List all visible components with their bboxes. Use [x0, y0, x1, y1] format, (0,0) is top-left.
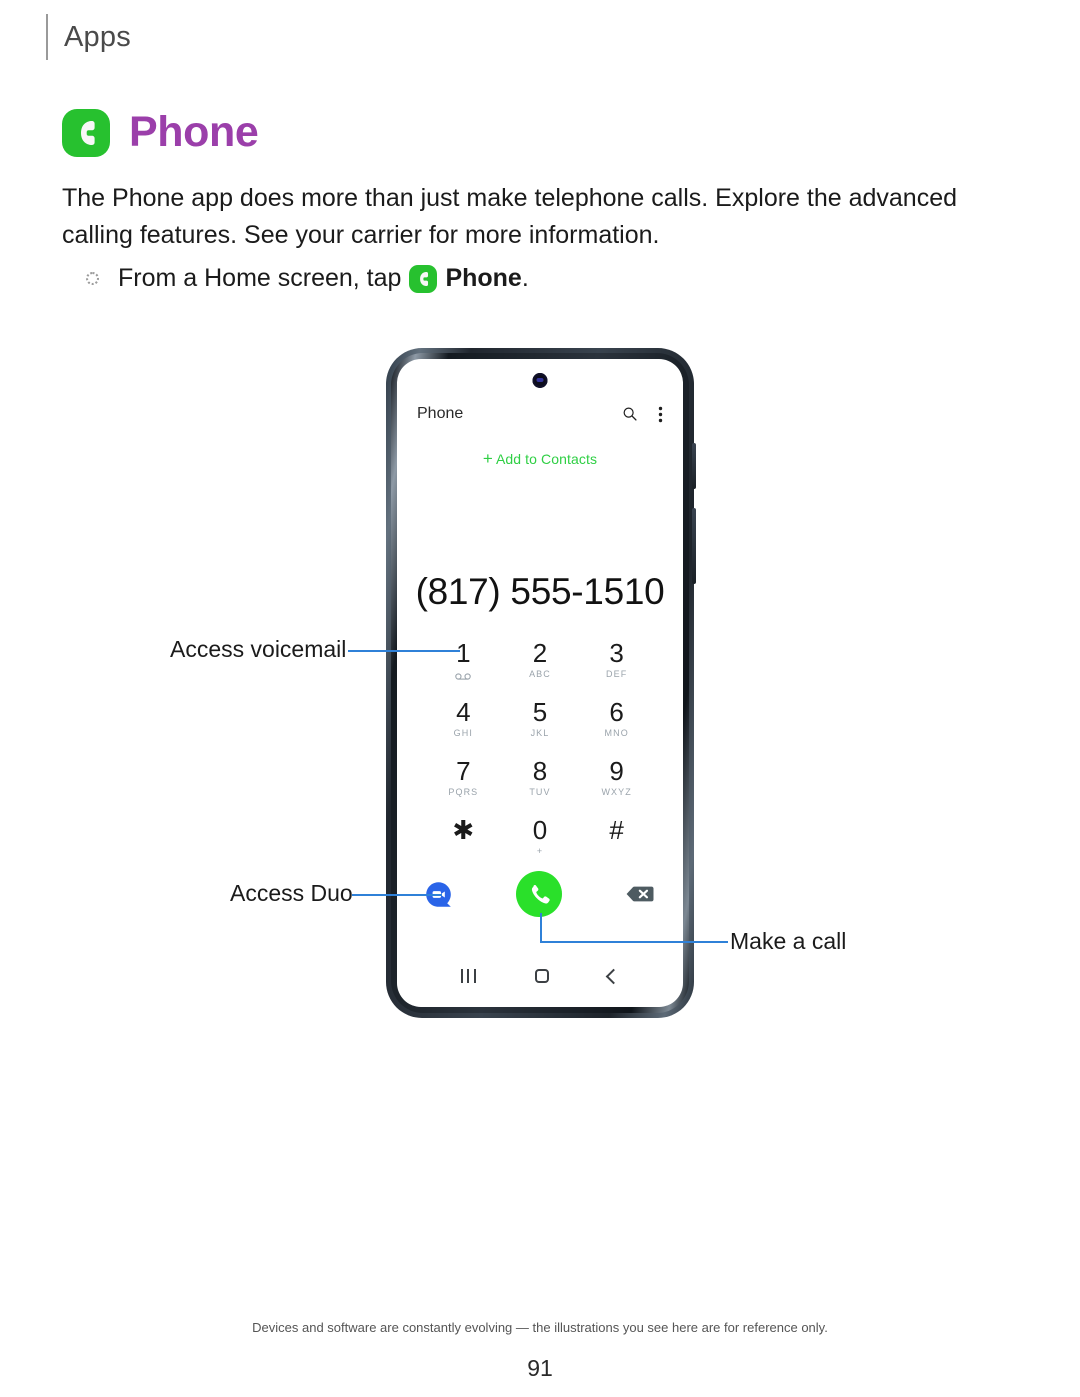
key-digit: 8: [532, 756, 548, 786]
key-digit: 4: [456, 697, 471, 727]
running-head-rule: [46, 14, 48, 60]
key-digit: 0: [532, 815, 548, 845]
system-navigation-bar: [397, 963, 683, 989]
step-text-before: From a Home screen, tap: [118, 264, 402, 292]
callout-access-voicemail-leader: [348, 650, 460, 652]
section-title: Phone: [62, 108, 259, 157]
keypad-key-3[interactable]: 3 DEF: [578, 635, 655, 694]
keypad-key-9[interactable]: 9 WXYZ: [578, 753, 655, 812]
key-digit: #: [609, 815, 624, 845]
footer-disclaimer: Devices and software are constantly evol…: [252, 1320, 828, 1335]
keypad-key-star[interactable]: ✱: [425, 812, 502, 871]
callout-make-a-call-leader-horizontal: [540, 941, 728, 943]
key-digit: 9: [609, 756, 624, 786]
running-head-label: Apps: [64, 20, 131, 53]
back-icon[interactable]: [606, 968, 622, 984]
intro-paragraph: The Phone app does more than just make t…: [62, 184, 958, 249]
key-letters: ABC: [529, 669, 551, 679]
phone-app-bar: Phone: [397, 399, 683, 429]
key-letters: +: [536, 846, 544, 856]
home-icon[interactable]: [534, 969, 549, 983]
keypad-key-8[interactable]: 8 TUV: [502, 753, 579, 812]
keypad-key-0[interactable]: 0 +: [502, 812, 579, 871]
step-item: From a Home screen, tap Phone.: [86, 264, 529, 293]
key-digit: 2: [532, 638, 548, 668]
running-head: Apps: [46, 14, 131, 60]
add-to-contacts-button[interactable]: + Add to Contacts: [397, 449, 683, 469]
keypad-key-2[interactable]: 2 ABC: [502, 635, 579, 694]
key-letters: DEF: [606, 669, 628, 679]
step-app-name: Phone: [445, 264, 522, 292]
voicemail-icon: [455, 671, 472, 682]
keypad-key-4[interactable]: 4 GHI: [425, 694, 502, 753]
page-root: Apps Phone The Phone app does more than …: [0, 0, 1080, 1397]
more-vertical-icon[interactable]: [658, 406, 663, 423]
keypad-key-6[interactable]: 6 MNO: [578, 694, 655, 753]
callout-make-a-call-label: Make a call: [730, 928, 847, 954]
key-letters: MNO: [604, 728, 629, 738]
key-digit: ✱: [452, 815, 475, 845]
phone-app-icon-inline: [409, 264, 438, 293]
keypad-key-1[interactable]: 1: [425, 635, 502, 694]
add-to-contacts-label: Add to Contacts: [495, 451, 598, 467]
callout-make-a-call-leader-vertical: [540, 913, 542, 943]
key-letters: GHI: [453, 728, 473, 738]
page-number: 91: [527, 1355, 553, 1381]
callout-access-duo-label: Access Duo: [230, 880, 353, 906]
key-letters: WXYZ: [601, 787, 632, 797]
keypad-key-hash[interactable]: #: [578, 812, 655, 871]
dialpad-actions: [425, 871, 655, 917]
page-title: Phone: [129, 108, 259, 156]
keypad-key-7[interactable]: 7 PQRS: [425, 753, 502, 812]
key-digit: 7: [456, 756, 471, 786]
step-text-after: .: [521, 264, 529, 292]
power-button[interactable]: [692, 508, 696, 584]
key-letters: PQRS: [448, 787, 479, 797]
key-digit: 1: [456, 638, 471, 668]
keypad-key-5[interactable]: 5 JKL: [502, 694, 579, 753]
front-camera-punch-hole: [532, 373, 548, 388]
app-bar-title: Phone: [417, 405, 464, 422]
dialed-number-display[interactable]: (817) 555-1510: [397, 571, 683, 613]
key-letters: JKL: [530, 728, 550, 738]
search-icon[interactable]: [622, 406, 638, 422]
device-screen: Phone + Add to Contacts (817) 555-1510 1…: [397, 359, 683, 1007]
dotted-circle-bullet: [86, 272, 99, 285]
backspace-delete-icon: [626, 886, 654, 902]
phone-app-icon: [62, 108, 110, 157]
key-digit: 3: [609, 638, 624, 668]
backspace-button[interactable]: [625, 884, 655, 904]
key-digit: 5: [532, 697, 548, 727]
callout-access-duo-leader: [352, 894, 442, 896]
volume-button[interactable]: [692, 443, 696, 489]
key-digit: 6: [609, 697, 624, 727]
dialpad: 1 2 ABC 3 DEF 4 GHI 5 JKL 6 MNO 7 PQRS 8…: [425, 635, 655, 871]
call-handset-icon: [531, 885, 550, 904]
callout-access-voicemail-label: Access voicemail: [170, 636, 347, 662]
plus-icon: +: [482, 449, 493, 468]
recents-icon[interactable]: [460, 969, 476, 983]
key-letters: TUV: [529, 787, 551, 797]
call-button[interactable]: [515, 871, 562, 917]
